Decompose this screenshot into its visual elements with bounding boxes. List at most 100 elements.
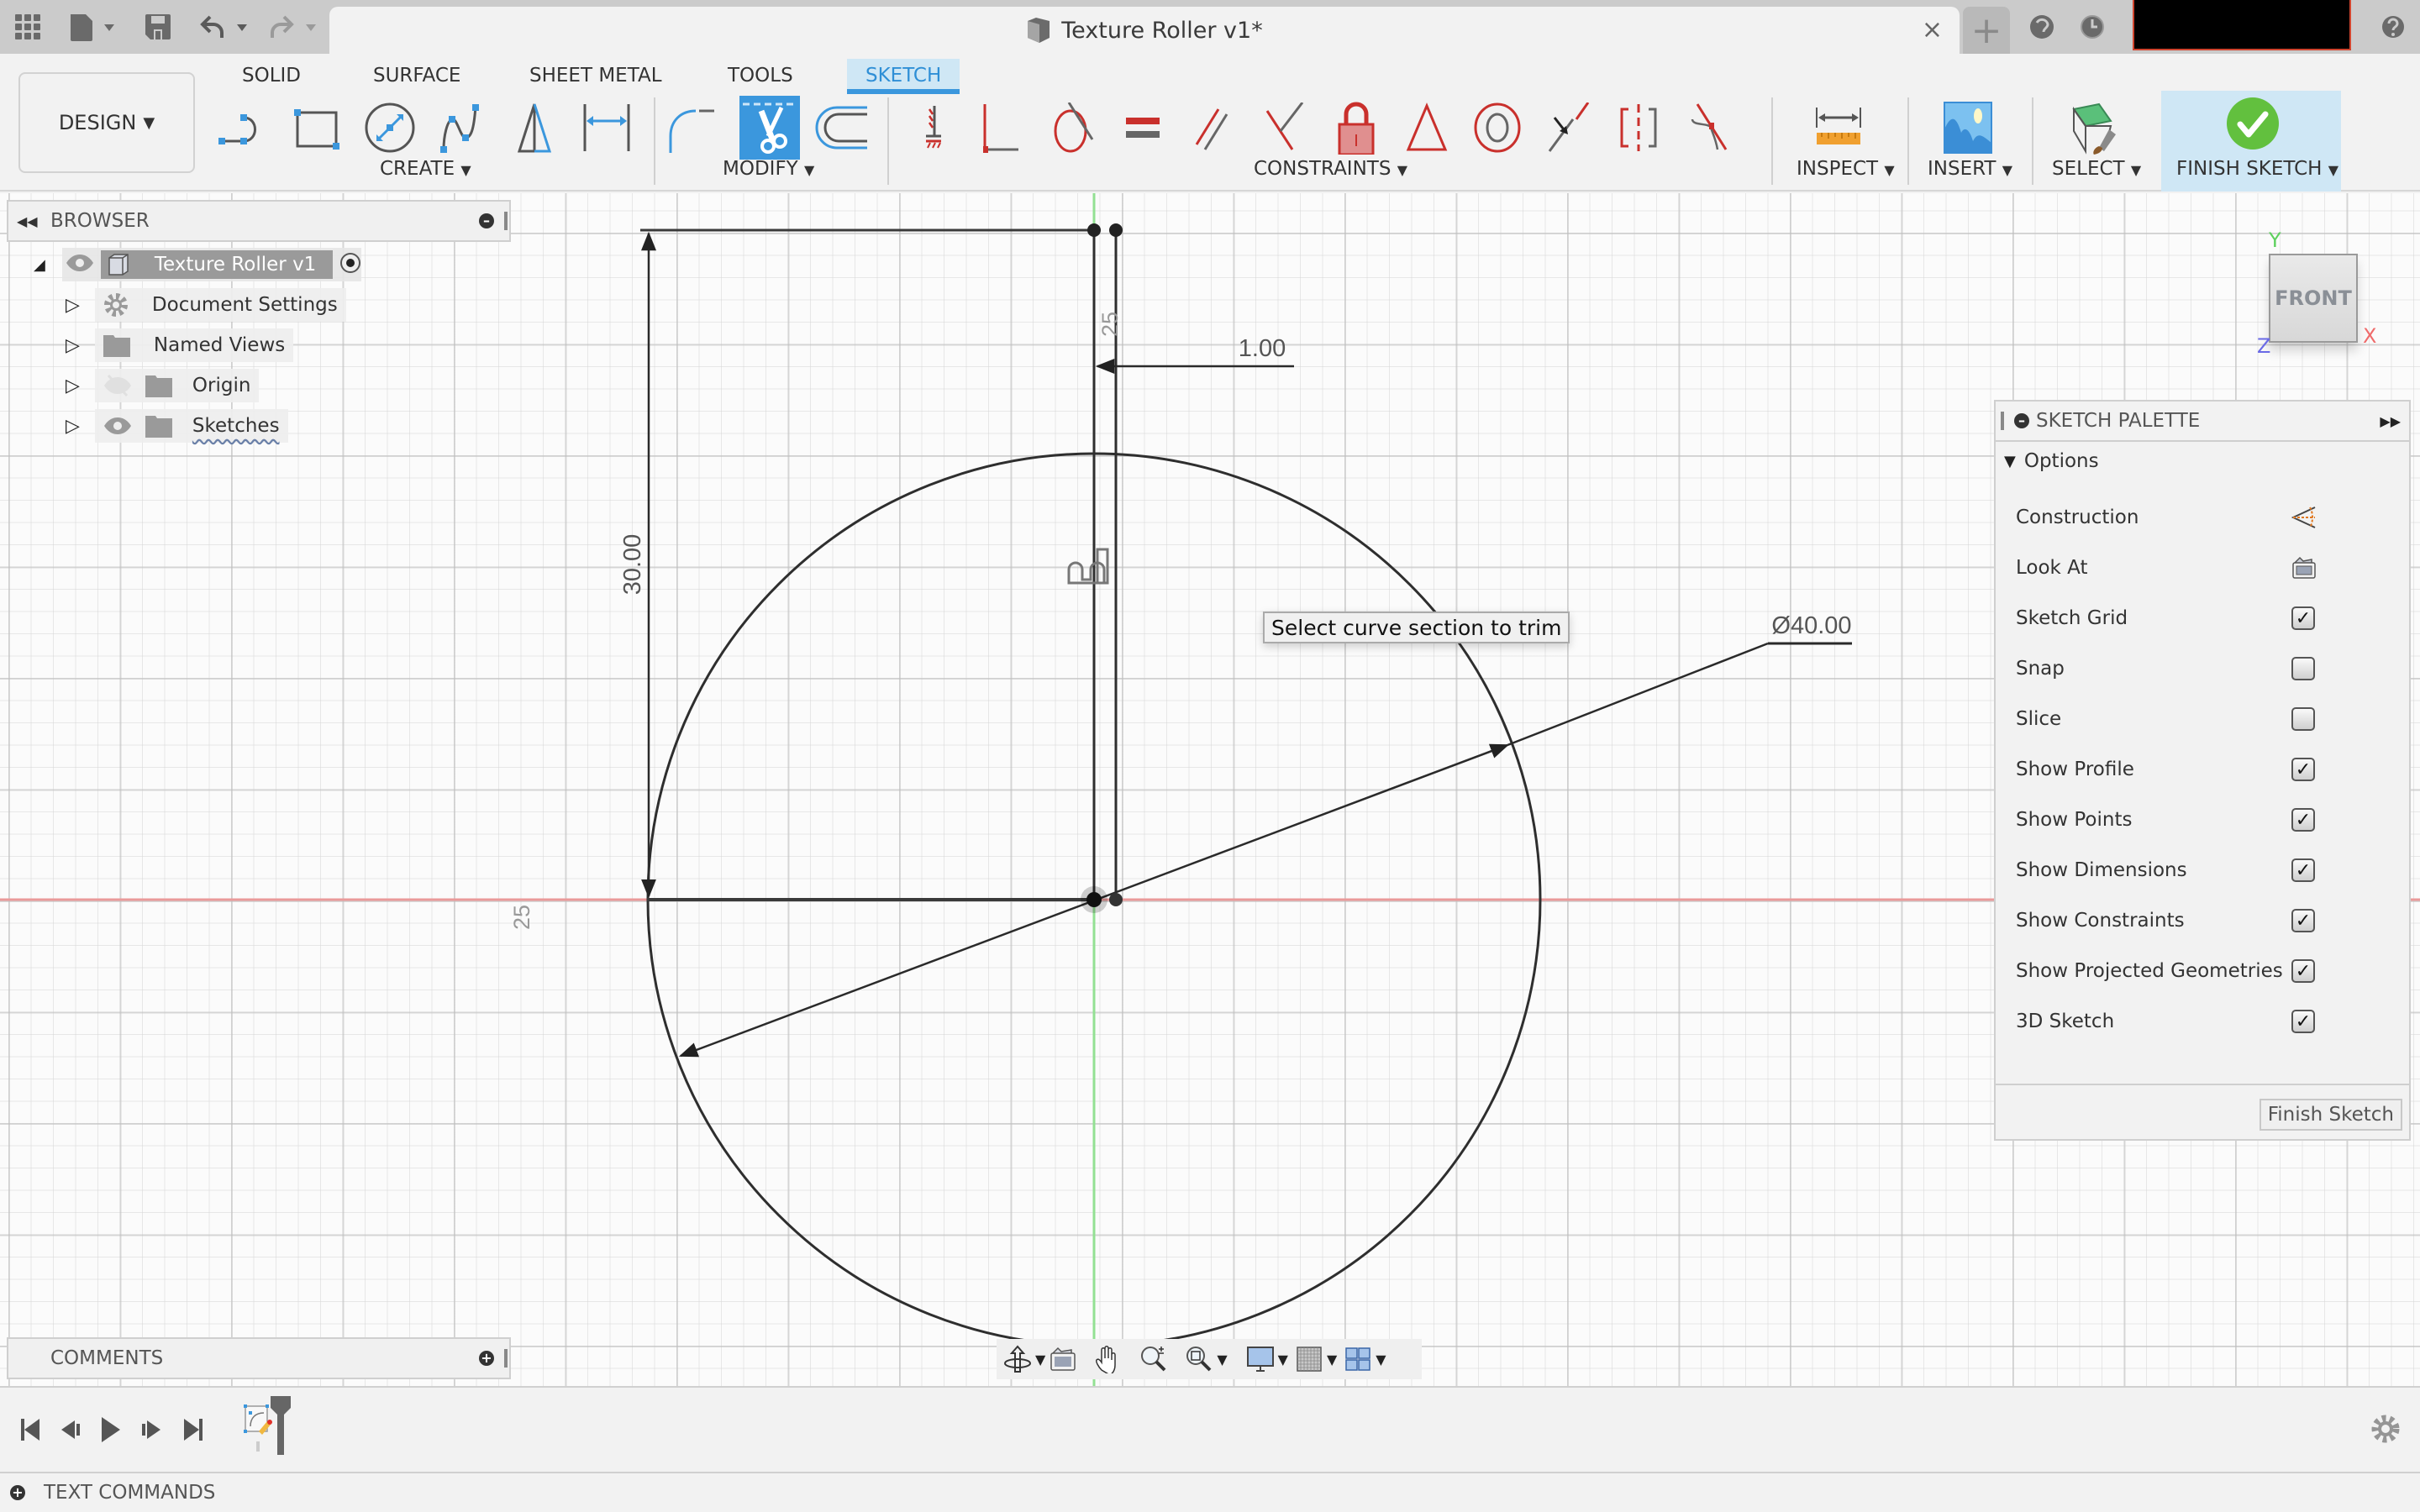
- job-status-icon[interactable]: [2025, 10, 2059, 44]
- create-menu[interactable]: CREATE ▼: [380, 158, 471, 180]
- fit-icon[interactable]: [1185, 1341, 1213, 1378]
- browser-panel-header[interactable]: ◀◀ BROWSER –: [7, 200, 511, 242]
- offset-tool[interactable]: [812, 96, 872, 160]
- view-cube[interactable]: FRONT: [2269, 254, 2358, 343]
- pan-icon[interactable]: [1094, 1341, 1123, 1378]
- browser-root-item[interactable]: ◢ Texture Roller v1: [34, 248, 362, 281]
- orbit-icon[interactable]: [1003, 1341, 1032, 1378]
- grid-dropdown-icon[interactable]: ▼: [1327, 1352, 1337, 1368]
- zoom-dropdown-icon[interactable]: ▼: [1217, 1352, 1227, 1368]
- tab-tools[interactable]: TOOLS: [716, 59, 805, 92]
- palette-row-show-profile[interactable]: Show Profile ✓: [2016, 753, 2386, 786]
- equal-constraint-tool[interactable]: [1114, 96, 1175, 160]
- user-account-area[interactable]: [2133, 0, 2351, 50]
- 3d-sketch-checkbox[interactable]: ✓: [2291, 1010, 2315, 1033]
- browser-item-origin[interactable]: ▷ Origin: [66, 369, 260, 402]
- sketch-point[interactable]: [1109, 223, 1123, 237]
- hidden-eye-icon[interactable]: [103, 374, 132, 397]
- display-dropdown-icon[interactable]: ▼: [1278, 1352, 1288, 1368]
- mirror-tool[interactable]: [504, 96, 565, 160]
- measure-tool[interactable]: [1808, 96, 1869, 160]
- inspect-menu[interactable]: INSPECT ▼: [1797, 158, 1895, 180]
- close-tab-icon[interactable]: ×: [1922, 15, 1943, 45]
- expand-panel-icon[interactable]: ▶▶: [2380, 413, 2401, 429]
- add-comment-icon[interactable]: +: [479, 1351, 494, 1366]
- undo-button[interactable]: [200, 10, 250, 44]
- palette-row-show-dimensions[interactable]: Show Dimensions ✓: [2016, 853, 2386, 887]
- workspace-switcher[interactable]: DESIGN ▼: [18, 72, 195, 173]
- fillet-tool[interactable]: [667, 96, 728, 160]
- show-projected-geometries-checkbox[interactable]: ✓: [2291, 959, 2315, 983]
- timeline-first-button[interactable]: [15, 1413, 45, 1446]
- tangent-constraint-tool[interactable]: [1044, 96, 1104, 160]
- browser-item-sketches[interactable]: ▷ Sketches: [66, 409, 288, 443]
- insert-menu[interactable]: INSERT ▼: [1928, 158, 2012, 180]
- timeline-settings-button[interactable]: [2371, 1415, 2400, 1446]
- display-settings-icon[interactable]: [1246, 1341, 1275, 1378]
- tab-sheet-metal[interactable]: SHEET METAL: [518, 59, 674, 92]
- parallel-constraint-tool[interactable]: [1185, 96, 1245, 160]
- look-at-icon[interactable]: [1049, 1341, 1077, 1378]
- panel-resize-handle[interactable]: [2001, 412, 2004, 430]
- rectangle-tool[interactable]: [287, 96, 348, 160]
- apps-grid-icon[interactable]: [13, 10, 42, 44]
- collapse-panel-icon[interactable]: ◀◀: [17, 213, 38, 229]
- triangle-constraint-tool[interactable]: [1397, 96, 1457, 160]
- timeline-next-button[interactable]: [136, 1413, 166, 1446]
- palette-row-sketch-grid[interactable]: Sketch Grid ✓: [2016, 601, 2386, 635]
- palette-finish-sketch-button[interactable]: Finish Sketch: [2259, 1099, 2402, 1131]
- sketch-dimension-tool[interactable]: [576, 96, 637, 160]
- sketch-point[interactable]: [1109, 893, 1123, 906]
- timeline-play-button[interactable]: [96, 1413, 126, 1446]
- show-points-checkbox[interactable]: ✓: [2291, 808, 2315, 832]
- select-menu[interactable]: SELECT ▼: [2052, 158, 2141, 180]
- palette-row-show-constraints[interactable]: Show Constraints ✓: [2016, 904, 2386, 937]
- snap-checkbox[interactable]: [2291, 657, 2315, 680]
- text-commands-bar[interactable]: + TEXT COMMANDS: [0, 1472, 2420, 1512]
- timeline-previous-button[interactable]: [55, 1413, 86, 1446]
- timeline-marker-handle[interactable]: [271, 1396, 291, 1455]
- midpoint-constraint-tool[interactable]: [1538, 96, 1598, 160]
- orbit-dropdown-icon[interactable]: ▼: [1035, 1352, 1045, 1368]
- expand-triangle-icon[interactable]: ▷: [66, 416, 80, 437]
- visibility-eye-icon[interactable]: [66, 254, 94, 276]
- redo-button[interactable]: [269, 10, 321, 44]
- select-tool[interactable]: [2062, 96, 2123, 160]
- sketch-palette-header[interactable]: – SKETCH PALETTE ▶▶: [1996, 402, 2409, 442]
- tab-surface[interactable]: SURFACE: [361, 59, 472, 92]
- panel-resize-handle[interactable]: [504, 1349, 508, 1368]
- expand-triangle-icon[interactable]: ▷: [66, 375, 80, 396]
- expand-triangle-icon[interactable]: ▷: [66, 295, 80, 316]
- new-tab-button[interactable]: +: [1963, 7, 2010, 54]
- perpendicular-constraint-tool[interactable]: [1255, 96, 1316, 160]
- curvature-constraint-tool[interactable]: [1679, 96, 1739, 160]
- sketch-point[interactable]: [1087, 223, 1101, 237]
- concentric-constraint-tool[interactable]: [1467, 96, 1528, 160]
- browser-item-document-settings[interactable]: ▷ Document Settings: [66, 288, 346, 322]
- expand-text-commands-icon[interactable]: +: [10, 1485, 25, 1500]
- palette-row-snap[interactable]: Snap: [2016, 652, 2386, 685]
- grid-settings-icon[interactable]: [1295, 1341, 1323, 1378]
- panel-resize-handle[interactable]: [504, 212, 508, 230]
- save-icon[interactable]: [145, 10, 171, 44]
- minimize-panel-icon[interactable]: –: [2014, 413, 2029, 428]
- symmetry-constraint-tool[interactable]: [1608, 96, 1669, 160]
- palette-row-show-points[interactable]: Show Points ✓: [2016, 803, 2386, 837]
- collapse-triangle-icon[interactable]: ◢: [34, 256, 45, 274]
- tab-solid[interactable]: SOLID: [230, 59, 313, 92]
- tab-sketch[interactable]: SKETCH: [847, 59, 960, 94]
- options-section-toggle[interactable]: ▼ Options: [2004, 450, 2099, 472]
- palette-row-3d-sketch[interactable]: 3D Sketch ✓: [2016, 1005, 2386, 1038]
- line-tool[interactable]: [215, 96, 276, 160]
- minimize-panel-icon[interactable]: –: [479, 213, 494, 228]
- zoom-icon[interactable]: [1139, 1341, 1168, 1378]
- construction-icon[interactable]: [2291, 506, 2316, 529]
- finish-sketch-menu[interactable]: FINISH SKETCH ▼: [2176, 158, 2338, 180]
- show-profile-checkbox[interactable]: ✓: [2291, 758, 2315, 781]
- height-dimension-text[interactable]: 30.00: [619, 534, 646, 596]
- constraint-glyph-icon[interactable]: [1067, 548, 1109, 585]
- expand-triangle-icon[interactable]: ▷: [66, 335, 80, 356]
- activate-radio-icon[interactable]: [339, 252, 361, 277]
- fix-unfix-tool[interactable]: [1326, 96, 1386, 160]
- constraints-menu[interactable]: CONSTRAINTS ▼: [1254, 158, 1407, 180]
